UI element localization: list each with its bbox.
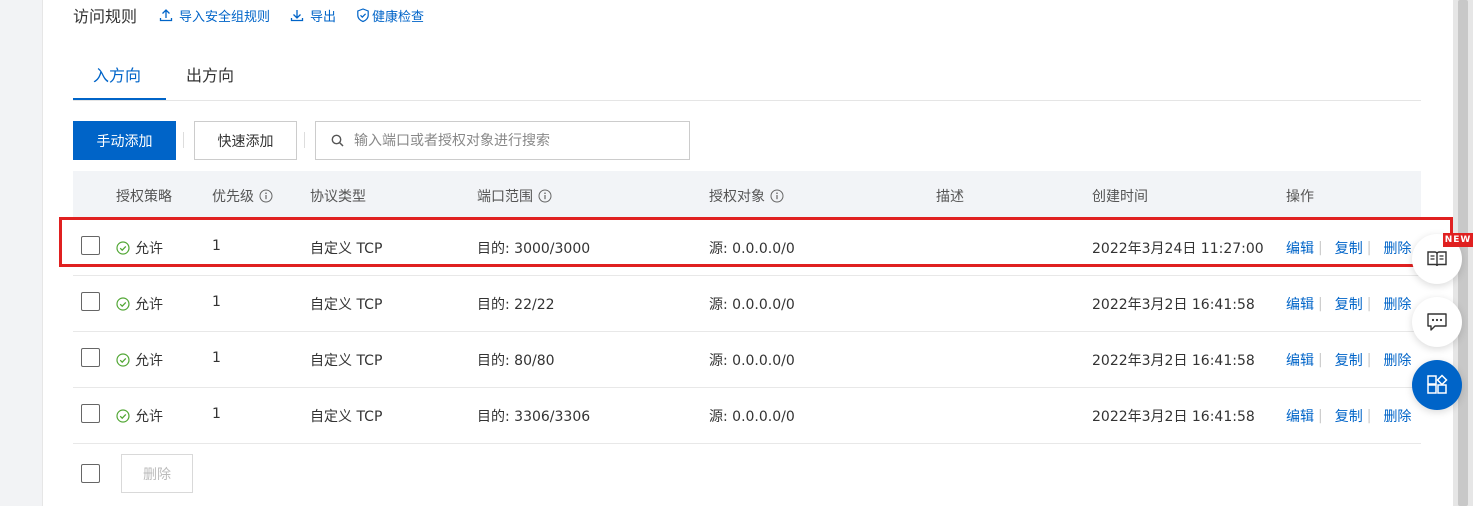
policy-text: 允许	[135, 297, 163, 313]
import-rules-label: 导入安全组规则	[179, 9, 271, 25]
apps-icon	[1427, 374, 1448, 394]
col-protocol: 协议类型	[310, 189, 366, 205]
select-all-checkbox[interactable]	[81, 464, 100, 483]
action-divider: |	[1318, 408, 1323, 424]
copy-link[interactable]: 复制	[1335, 406, 1363, 426]
protocol-cell: 自定义 TCP	[310, 297, 383, 313]
edit-link[interactable]: 编辑	[1286, 294, 1314, 314]
shield-check-icon	[357, 7, 369, 22]
port-cell: 目的: 22/22	[477, 297, 555, 313]
policy-cell: 允许	[116, 406, 163, 426]
target-cell: 源: 0.0.0.0/0	[709, 353, 795, 369]
toolbar-divider	[183, 132, 184, 148]
check-circle-icon	[116, 409, 130, 423]
check-circle-icon	[116, 297, 130, 311]
import-rules-link[interactable]: 导入安全组规则	[159, 6, 270, 25]
col-created: 创建时间	[1092, 189, 1148, 205]
download-icon	[290, 10, 304, 22]
batch-delete-button[interactable]: 删除	[121, 454, 193, 493]
delete-link[interactable]: 删除	[1383, 350, 1411, 370]
col-target-label: 授权对象	[709, 189, 765, 205]
manual-add-button[interactable]: 手动添加	[73, 121, 176, 160]
upload-icon	[159, 9, 173, 22]
action-divider: |	[1366, 296, 1372, 312]
port-cell: 目的: 3306/3306	[477, 409, 591, 425]
toolbar-divider	[304, 132, 305, 148]
created-cell: 2022年3月2日 16:41:58	[1092, 297, 1255, 313]
target-cell: 源: 0.0.0.0/0	[709, 297, 795, 313]
priority-cell: 1	[212, 406, 221, 422]
new-badge: NEW	[1443, 233, 1473, 247]
edit-link[interactable]: 编辑	[1286, 350, 1314, 370]
table-row: 允许 1 自定义 TCP 目的: 80/80 源: 0.0.0.0/0 2022…	[73, 331, 1421, 388]
policy-cell: 允许	[116, 294, 163, 314]
copy-link[interactable]: 复制	[1335, 294, 1363, 314]
row-checkbox[interactable]	[81, 404, 100, 423]
delete-link[interactable]: 删除	[1383, 294, 1411, 314]
health-check-label: 健康检查	[372, 9, 425, 25]
port-cell: 目的: 80/80	[477, 353, 555, 369]
tab-outbound[interactable]: 出方向	[186, 62, 234, 86]
col-port: 端口范围	[477, 186, 552, 206]
table-row: 允许 1 自定义 TCP 目的: 3306/3306 源: 0.0.0.0/0 …	[73, 387, 1421, 444]
action-divider: |	[1366, 408, 1372, 424]
protocol-cell: 自定义 TCP	[310, 353, 383, 369]
col-actions: 操作	[1286, 189, 1314, 205]
col-policy: 授权策略	[116, 189, 172, 205]
protocol-cell: 自定义 TCP	[310, 409, 383, 425]
apps-float-button[interactable]	[1412, 360, 1462, 410]
created-cell: 2022年3月2日 16:41:58	[1092, 409, 1255, 425]
action-divider: |	[1318, 352, 1323, 368]
policy-text: 允许	[135, 353, 163, 369]
policy-cell: 允许	[116, 350, 163, 370]
info-icon[interactable]	[259, 189, 273, 203]
action-divider: |	[1366, 352, 1372, 368]
edit-link[interactable]: 编辑	[1286, 406, 1314, 426]
row-checkbox[interactable]	[81, 292, 100, 311]
delete-link[interactable]: 删除	[1383, 406, 1411, 426]
priority-cell: 1	[212, 350, 221, 366]
col-priority-label: 优先级	[212, 189, 254, 205]
row-actions: 编辑 | 复制 | 删除	[1286, 350, 1411, 370]
row-actions: 编辑 | 复制 | 删除	[1286, 294, 1411, 314]
direction-tabs: 入方向 出方向	[73, 52, 1421, 101]
target-cell: 源: 0.0.0.0/0	[709, 409, 795, 425]
chat-icon	[1427, 313, 1447, 331]
table-header: 授权策略 优先级 协议类型 端口范围 授权对象 描述 创建时间 操作	[73, 171, 1421, 218]
tab-inbound[interactable]: 入方向	[93, 62, 141, 86]
check-circle-icon	[116, 353, 130, 367]
policy-text: 允许	[135, 409, 163, 425]
export-label: 导出	[310, 9, 337, 25]
info-icon[interactable]	[770, 189, 784, 203]
row-actions: 编辑 | 复制 | 删除	[1286, 406, 1411, 426]
search-icon	[331, 134, 344, 147]
book-icon	[1427, 251, 1447, 267]
export-link[interactable]: 导出	[290, 6, 336, 25]
quick-add-button[interactable]: 快速添加	[194, 121, 297, 160]
feedback-float-button[interactable]	[1412, 297, 1462, 347]
col-port-label: 端口范围	[477, 189, 533, 205]
search-box[interactable]	[315, 121, 690, 160]
active-tab-indicator	[73, 98, 166, 100]
section-header: 访问规则 导入安全组规则 导出 健康检查	[73, 4, 444, 26]
table-row: 允许 1 自定义 TCP 目的: 22/22 源: 0.0.0.0/0 2022…	[73, 275, 1421, 332]
copy-link[interactable]: 复制	[1335, 350, 1363, 370]
search-input[interactable]	[352, 131, 686, 150]
row-highlight-box	[59, 217, 1453, 267]
created-cell: 2022年3月2日 16:41:58	[1092, 353, 1255, 369]
health-check-link[interactable]: 健康检查	[356, 6, 424, 25]
col-target: 授权对象	[709, 186, 784, 206]
col-desc: 描述	[936, 189, 964, 205]
section-title: 访问规则	[73, 7, 138, 26]
info-icon[interactable]	[538, 189, 552, 203]
priority-cell: 1	[212, 294, 221, 310]
action-divider: |	[1318, 296, 1323, 312]
col-priority: 优先级	[212, 186, 273, 206]
row-checkbox[interactable]	[81, 348, 100, 367]
